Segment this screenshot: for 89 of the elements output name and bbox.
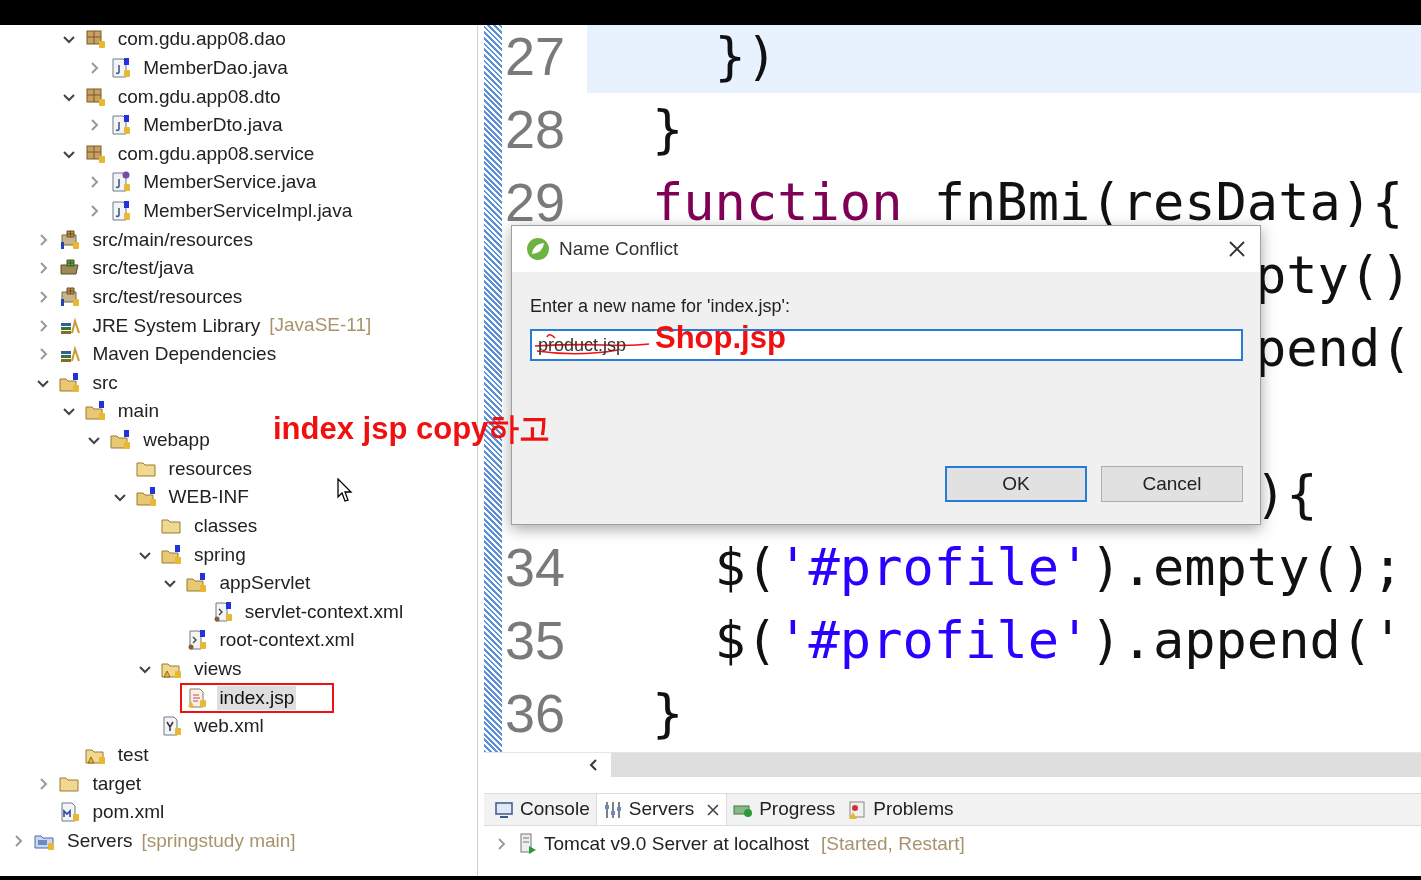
tree-item-label[interactable]: MemberServiceImpl.java [141, 199, 355, 224]
tree-item-label[interactable]: com.gdu.app08.service [115, 141, 317, 166]
dialog-button[interactable]: OK [945, 466, 1087, 502]
leaf-icon [526, 237, 550, 261]
panel-tab[interactable]: Servers [595, 794, 728, 825]
tree-item-label[interactable]: main [115, 399, 161, 424]
tree-item-decoration: [JavaSE-11] [269, 313, 372, 338]
xml-file-icon [161, 715, 183, 738]
tree-item-label[interactable]: Servers [65, 828, 135, 853]
code-line: } [652, 98, 684, 161]
tree-item-label[interactable]: MemberService.java [141, 170, 319, 195]
package-icon [84, 142, 107, 165]
java-file-icon [110, 56, 133, 79]
server-name[interactable]: Tomcat v9.0 Server at localhost [544, 829, 810, 859]
tree-item-label[interactable]: WEB-INF [166, 485, 251, 510]
jsp-file-icon [186, 686, 209, 709]
package-icon [84, 85, 107, 108]
line-number: 27 [505, 26, 566, 86]
tree-item-label[interactable]: MemberDao.java [141, 55, 290, 80]
close-icon[interactable] [706, 802, 721, 817]
folder-icon [186, 572, 209, 595]
folder-icon [84, 400, 107, 423]
tree-item-label[interactable]: pom.xml [90, 800, 167, 825]
maven-file-icon [59, 801, 82, 824]
panel-tab[interactable]: Problems [841, 794, 960, 825]
line-number: 28 [505, 99, 566, 159]
panel-tab[interactable]: Console [488, 794, 596, 825]
tree-item-label[interactable]: src/test/java [90, 256, 196, 281]
horizontal-scrollbar[interactable] [484, 752, 1421, 777]
tree-item-label[interactable]: com.gdu.app08.dto [115, 84, 283, 109]
package-icon [84, 28, 107, 51]
tree-item-label[interactable]: Maven Dependencies [90, 342, 279, 367]
tree-item-label[interactable]: classes [192, 513, 260, 538]
tab-label[interactable]: Problems [873, 795, 954, 824]
tree-item-label[interactable]: JRE System Library [90, 313, 263, 338]
tab-label[interactable]: Servers [628, 795, 695, 824]
line-number: 29 [505, 172, 566, 232]
problems-icon [847, 799, 868, 820]
line-number: 36 [505, 683, 566, 743]
tree-item-label[interactable]: web.xml [192, 714, 266, 739]
tree-item-label[interactable]: views [192, 657, 244, 682]
tree-item-label[interactable]: webapp [141, 428, 212, 453]
line-number: 34 [505, 537, 566, 597]
java-file-icon [110, 114, 133, 137]
code-line: ){ [1255, 463, 1318, 526]
dialog-button[interactable]: Cancel [1101, 466, 1243, 502]
scroll-left-icon[interactable] [589, 759, 599, 771]
tree-item-label[interactable]: src/test/resources [90, 284, 245, 309]
code-line: function fnBmi(resData){ [652, 171, 1404, 234]
tab-label[interactable]: Progress [759, 795, 836, 824]
code-line: $('#profile').append(' [713, 609, 1404, 672]
panel-tab[interactable]: Progress [727, 794, 842, 825]
server-icon [518, 833, 538, 855]
folder-icon [135, 486, 158, 509]
tree-item-label[interactable]: resources [166, 456, 254, 481]
line-number: 35 [505, 610, 566, 670]
server-status: [Started, Restart] [821, 831, 965, 856]
xml-file-icon [186, 629, 209, 652]
tree-item-label[interactable]: com.gdu.app08.dao [115, 27, 288, 52]
code-line: pty() [1255, 244, 1412, 307]
code-line: pend( [1255, 317, 1412, 380]
java-file-icon [110, 200, 133, 223]
code-line: $('#profile').empty(); [713, 536, 1404, 599]
source-folder-icon [59, 228, 82, 251]
tab-label[interactable]: Console [520, 795, 590, 824]
folder-icon [161, 543, 183, 566]
folder-icon [59, 371, 82, 394]
tree-item-decoration: [springstudy main] [141, 828, 296, 853]
tree-item-label[interactable]: target [90, 771, 143, 796]
tree-item-label[interactable]: src [90, 370, 120, 395]
tree-item-label[interactable]: test [115, 742, 151, 767]
code-line: } [652, 682, 684, 745]
servers-icon [602, 799, 623, 820]
tree-item-label[interactable]: src/main/resources [90, 227, 255, 252]
source-folder-icon [59, 285, 82, 308]
interface-file-icon [110, 171, 133, 194]
close-icon[interactable] [1228, 240, 1246, 258]
tree-item-label[interactable]: servlet-context.xml [242, 599, 406, 624]
tree-item-label[interactable]: MemberDto.java [141, 113, 285, 138]
console-icon [494, 799, 514, 820]
mouse-cursor-icon [337, 478, 353, 503]
tree-item-label[interactable]: index.jsp [217, 685, 297, 710]
folder-icon [110, 429, 133, 452]
code-line: }) [713, 25, 778, 88]
dialog-title: Name Conflict [559, 236, 679, 261]
tree-item-label[interactable]: spring [192, 542, 248, 567]
tree-item-label[interactable]: root-context.xml [217, 628, 357, 653]
prompt-label: Enter a new name for 'index.jsp': [530, 295, 791, 318]
tree-item-label[interactable]: appServlet [217, 571, 313, 596]
